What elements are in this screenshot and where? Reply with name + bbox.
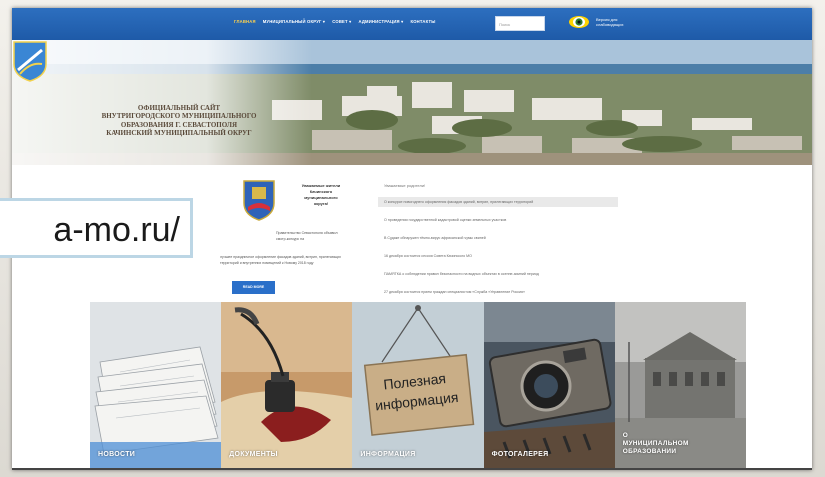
footer-strip bbox=[12, 468, 812, 470]
accessibility-version-link[interactable]: Версия для слабовидящих bbox=[596, 17, 636, 27]
search-input[interactable]: Поиск bbox=[495, 16, 545, 31]
tile-label-line: О bbox=[622, 432, 629, 439]
sevastopol-emblem-icon[interactable] bbox=[12, 40, 48, 82]
category-tiles: НОВОСТИ ДОКУМЕНТЫ Полезная информация ИН… bbox=[90, 302, 746, 468]
greeting-title: Уважаемые жители Качинского муниципально… bbox=[296, 183, 346, 207]
url-callout: a-mo.ru/ bbox=[0, 198, 193, 258]
top-navigation: ГЛАВНАЯ МУНИЦИПАЛЬНЫЙ ОКРУГ ▾ СОВЕТ ▾ АД… bbox=[12, 8, 812, 40]
tile-documents[interactable]: ДОКУМЕНТЫ bbox=[221, 302, 353, 468]
notice-item[interactable]: 16 декабря состоится сессия Совета Качин… bbox=[378, 251, 618, 261]
url-text: a-mo.ru/ bbox=[53, 211, 180, 249]
info-sign-icon: Полезная информация bbox=[352, 302, 484, 468]
site-title-line: ОФИЦИАЛЬНЫЙ САЙТ bbox=[137, 104, 221, 112]
notice-item[interactable]: О проведении государственной кадастровой… bbox=[378, 215, 618, 225]
notice-item[interactable]: В Судаке обнаружен тёмно-вирус африканск… bbox=[378, 233, 618, 243]
nav-item-administration[interactable]: АДМИНИСТРАЦИЯ ▾ bbox=[358, 19, 403, 24]
nav-item-home[interactable]: ГЛАВНАЯ bbox=[234, 19, 256, 24]
notice-item[interactable]: 27 декабря состоится прием граждан специ… bbox=[378, 287, 618, 297]
nav-item-municipal-district[interactable]: МУНИЦИПАЛЬНЫЙ ОКРУГ ▾ bbox=[263, 19, 326, 24]
camera-icon bbox=[483, 302, 615, 468]
tile-label: ДОКУМЕНТЫ bbox=[229, 451, 278, 458]
tile-label: ФОТОГАЛЕРЕЯ bbox=[491, 451, 549, 458]
notices-list: О конкурсе новогоднего оформления фасадо… bbox=[378, 197, 618, 305]
eye-icon[interactable] bbox=[568, 15, 590, 29]
hero-overlay bbox=[12, 40, 312, 165]
tile-news[interactable]: НОВОСТИ bbox=[90, 302, 222, 468]
greeting-text-continued: лучшее праздничное оформление фасадов зд… bbox=[220, 255, 342, 265]
tile-label: ИНФОРМАЦИЯ bbox=[360, 451, 416, 458]
notice-item[interactable]: ПАМЯТКА о соблюдении правил безопасности… bbox=[378, 269, 618, 279]
greeting-text: Правительство Севастополя объявил смотр-… bbox=[276, 231, 338, 241]
newspapers-icon bbox=[90, 302, 222, 468]
nav-item-contacts[interactable]: КОНТАКТЫ bbox=[410, 19, 435, 24]
site-title-line: ОБРАЗОВАНИЯ Г. СЕВАСТОПОЛЯ bbox=[120, 120, 238, 129]
tile-about-municipality[interactable]: О МУНИЦИПАЛЬНОМ ОБРАЗОВАНИИ bbox=[614, 302, 746, 468]
greeting-title-line: округа! bbox=[313, 201, 329, 206]
read-more-button[interactable]: READ MORE bbox=[232, 281, 275, 294]
tile-photo-gallery[interactable]: ФОТОГАЛЕРЕЯ bbox=[483, 302, 615, 468]
presentation-frame: ГЛАВНАЯ МУНИЦИПАЛЬНЫЙ ОКРУГ ▾ СОВЕТ ▾ АД… bbox=[0, 0, 825, 477]
site-title-line: КАЧИНСКИЙ МУНИЦИПАЛЬНЫЙ ОКРУГ bbox=[106, 129, 252, 138]
notice-item[interactable]: О конкурсе новогоднего оформления фасадо… bbox=[378, 197, 618, 207]
tile-information[interactable]: Полезная информация ИНФОРМАЦИЯ bbox=[352, 302, 484, 468]
notices-heading: Уважаемые родители! bbox=[384, 183, 426, 188]
tile-label-line: МУНИЦИПАЛЬНОМ bbox=[622, 440, 689, 447]
tile-label-line: ОБРАЗОВАНИИ bbox=[622, 448, 677, 455]
main-menu: ГЛАВНАЯ МУНИЦИПАЛЬНЫЙ ОКРУГ ▾ СОВЕТ ▾ АД… bbox=[234, 19, 436, 24]
tile-label: О МУНИЦИПАЛЬНОМ ОБРАЗОВАНИИ bbox=[623, 432, 689, 456]
site-title[interactable]: ОФИЦИАЛЬНЫЙ САЙТ ВНУТРИГОРОДСКОГО МУНИЦИ… bbox=[74, 104, 284, 138]
site-title-line: ВНУТРИГОРОДСКОГО МУНИЦИПАЛЬНОГО bbox=[101, 112, 257, 121]
coat-of-arms-icon bbox=[243, 180, 275, 221]
hero-banner: ОФИЦИАЛЬНЫЙ САЙТ ВНУТРИГОРОДСКОГО МУНИЦИ… bbox=[12, 40, 812, 165]
inkwell-quill-icon bbox=[221, 302, 353, 468]
nav-item-council[interactable]: СОВЕТ ▾ bbox=[332, 19, 351, 24]
tile-label: НОВОСТИ bbox=[98, 451, 136, 458]
